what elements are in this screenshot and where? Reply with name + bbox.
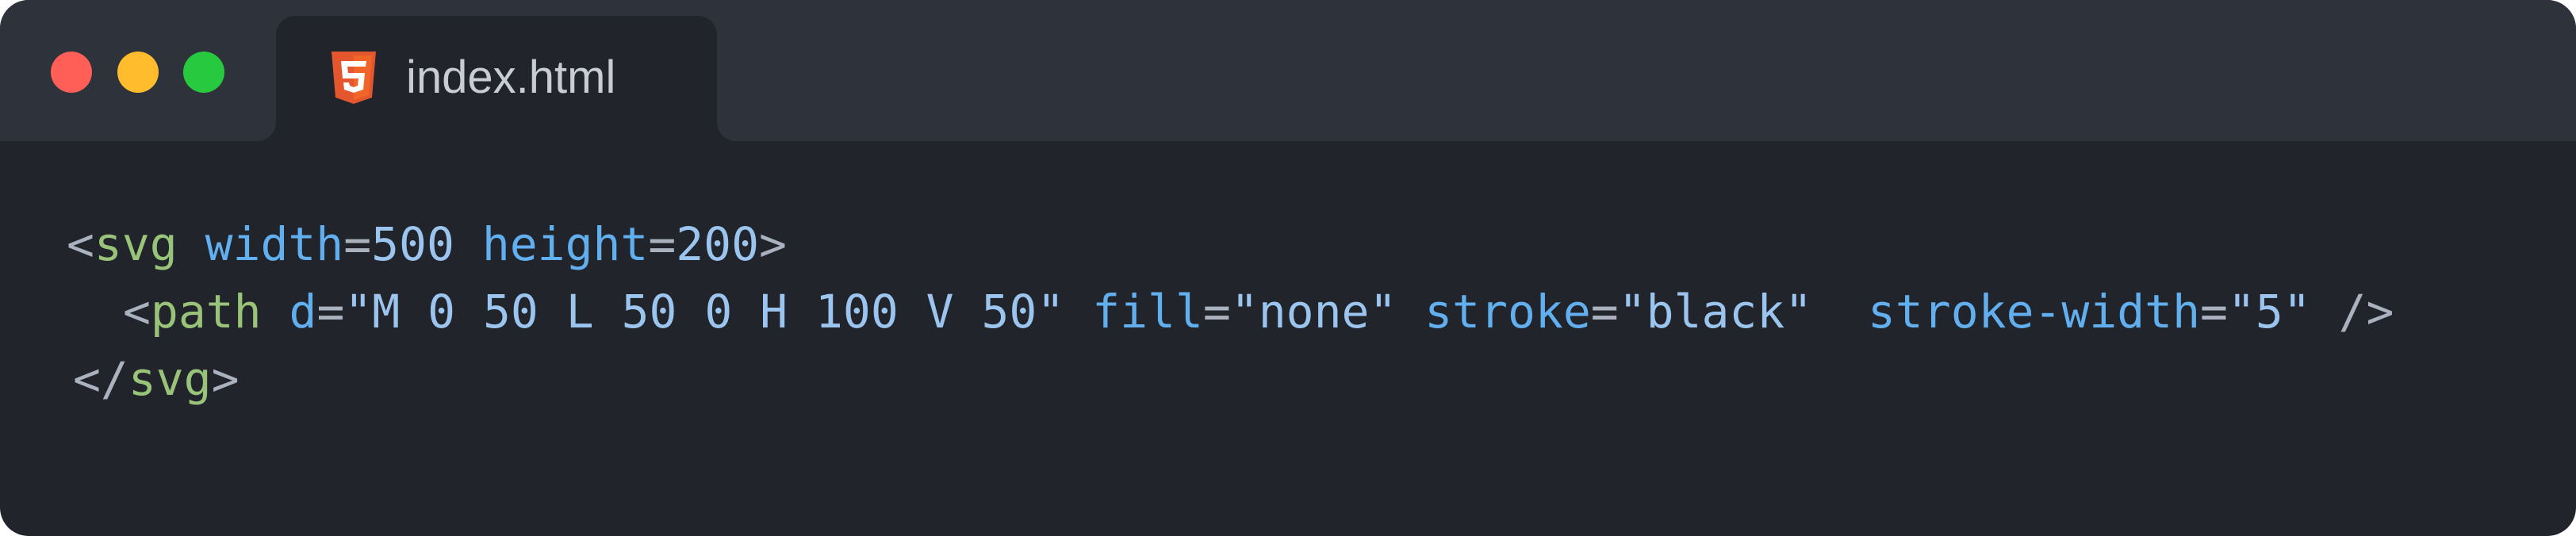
code-attribute: width	[205, 217, 344, 271]
code-punctuation: >	[211, 352, 240, 406]
code-punctuation: </	[73, 352, 128, 406]
code-attribute: height	[481, 217, 649, 271]
code-punctuation: >	[759, 217, 787, 271]
code-punctuation: =	[316, 285, 345, 339]
code-attribute: d	[289, 285, 317, 339]
title-bar: index.html	[0, 0, 2576, 141]
code-line-3: </svg>	[73, 347, 240, 411]
close-window-button[interactable]	[51, 52, 92, 93]
code-punctuation: =	[648, 217, 677, 271]
code-punctuation: <	[123, 285, 151, 339]
code-punctuation: =	[2200, 285, 2228, 339]
code-value: 500	[371, 217, 454, 271]
code-value: "black"	[1618, 285, 1813, 339]
tab-index-html[interactable]: index.html	[276, 16, 717, 141]
code-punctuation: =	[1202, 285, 1231, 339]
code-attribute: stroke-width	[1867, 285, 2200, 339]
code-punctuation: =	[1590, 285, 1619, 339]
code-line-2: <path d="M 0 50 L 50 0 H 100 V 50" fill=…	[123, 280, 2394, 343]
tab-label: index.html	[406, 52, 616, 103]
html5-icon	[332, 52, 376, 104]
code-attribute: fill	[1092, 285, 1203, 339]
code-tag-name: path	[150, 285, 262, 339]
code-line-1: <svg width=500 height=200>	[67, 212, 787, 276]
minimize-window-button[interactable]	[117, 52, 159, 93]
code-value: "M 0 50 L 50 0 H 100 V 50"	[344, 285, 1065, 339]
code-window: index.html <svg width=500 height=200> <p…	[0, 0, 2576, 536]
code-tag-name: svg	[94, 217, 178, 271]
code-value: "none"	[1230, 285, 1397, 339]
code-punctuation: =	[343, 217, 372, 271]
code-editor[interactable]: <svg width=500 height=200> <path d="M 0 …	[0, 141, 2576, 536]
code-punctuation: <	[67, 217, 94, 271]
maximize-window-button[interactable]	[183, 52, 224, 93]
code-tag-name: svg	[128, 352, 212, 406]
code-attribute: stroke	[1424, 285, 1591, 339]
code-punctuation: />	[2338, 285, 2394, 339]
code-value: "5"	[2227, 285, 2311, 339]
code-value: 200	[676, 217, 760, 271]
